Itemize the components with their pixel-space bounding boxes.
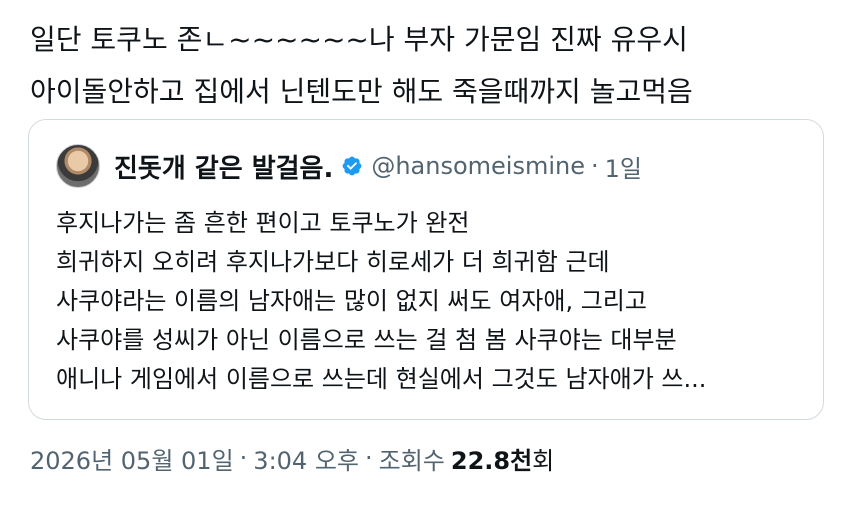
quoted-tweet-body: 후지나가는 좀 흔한 편이고 토쿠노가 완전 희귀하지 오히려 후지나가보다 히… xyxy=(56,204,816,399)
header-separator: · xyxy=(591,152,599,180)
tweet-time[interactable]: 3:04 오후 xyxy=(253,441,359,476)
meta-separator-1: · xyxy=(239,444,248,472)
quoted-author-name[interactable]: 진돗개 같은 발걸음. xyxy=(114,148,333,185)
meta-separator-2: · xyxy=(364,444,373,472)
tweet-text-line-1: 일단 토쿠노 존ㄴ~~~~~~나 부자 가문임 진짜 유우시 xyxy=(30,23,688,56)
quoted-tweet-time[interactable]: 1일 xyxy=(605,149,642,184)
views-suffix: 회 xyxy=(532,446,555,475)
views-count: 22.8천 xyxy=(450,446,533,475)
avatar[interactable] xyxy=(56,144,100,188)
tweet-text-line-2: 아이돌안하고 집에서 닌텐도만 해도 죽을때까지 놀고먹음 xyxy=(30,75,693,108)
quoted-text-line-1: 후지나가는 좀 흔한 편이고 토쿠노가 완전 xyxy=(56,209,470,237)
tweet-text: 일단 토쿠노 존ㄴ~~~~~~나 부자 가문임 진짜 유우시 아이돌안하고 집에… xyxy=(30,14,830,118)
quoted-text-line-2: 희귀하지 오히려 후지나가보다 히로세가 더 희귀함 근데 xyxy=(56,248,610,276)
views-label: 조회수 xyxy=(378,446,445,475)
quoted-text-line-5: 애니나 게임에서 이름으로 쓰는데 현실에서 그것도 남자애가 쓰... xyxy=(56,365,707,393)
quoted-text-line-4: 사쿠야를 성씨가 아닌 이름으로 쓰는 걸 첨 봄 사쿠야는 대부분 xyxy=(56,326,677,354)
quoted-author-handle[interactable]: @hansomeismine xyxy=(371,152,585,180)
quoted-tweet-card[interactable]: 진돗개 같은 발걸음. @hansomeismine · 1일 후지나가는 좀 … xyxy=(28,119,824,420)
quoted-text-line-3: 사쿠야라는 이름의 남자애는 많이 없지 써도 여자애, 그리고 xyxy=(56,287,647,315)
tweet-date[interactable]: 2026년 05월 01일 xyxy=(30,441,234,476)
quoted-tweet-header: 진돗개 같은 발걸음. @hansomeismine · 1일 xyxy=(56,142,642,190)
verified-badge-icon xyxy=(342,156,362,176)
tweet-meta: 2026년 05월 01일 · 3:04 오후 · 조회수 22.8천 회 xyxy=(30,440,554,476)
